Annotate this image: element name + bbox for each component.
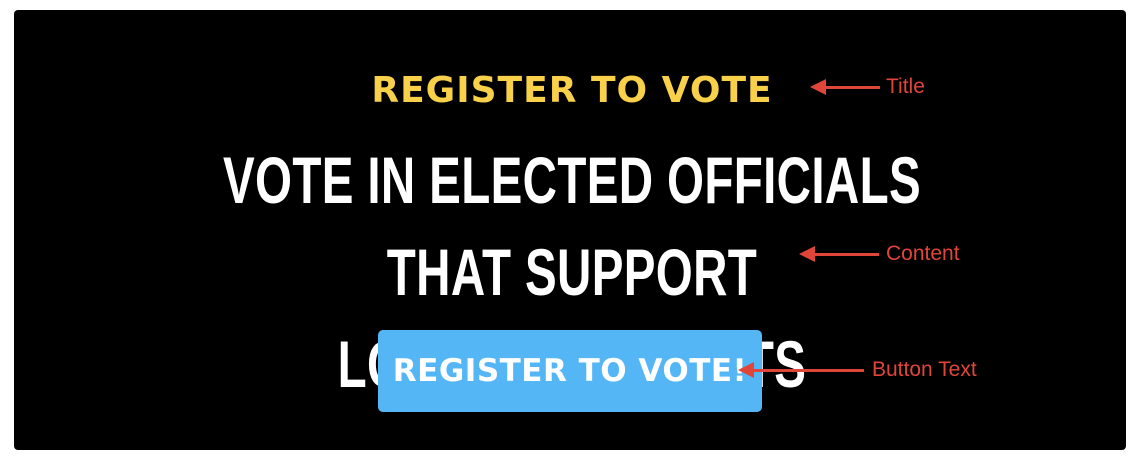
title-arrow-icon bbox=[810, 79, 880, 95]
content-arrow-icon bbox=[799, 246, 879, 262]
register-to-vote-button[interactable]: REGISTER TO VOTE! bbox=[378, 330, 762, 412]
button-text-arrow-icon bbox=[738, 362, 864, 378]
banner-title-text: REGISTER TO VOTE bbox=[371, 70, 773, 111]
button-text-annotation: Button Text bbox=[872, 358, 977, 381]
banner-title: REGISTER TO VOTE bbox=[0, 66, 1144, 116]
title-annotation: Title bbox=[886, 75, 925, 98]
content-annotation: Content bbox=[886, 242, 960, 265]
banner-content-line-1: VOTE IN ELECTED OFFICIALS THAT SUPPORT bbox=[222, 143, 922, 309]
